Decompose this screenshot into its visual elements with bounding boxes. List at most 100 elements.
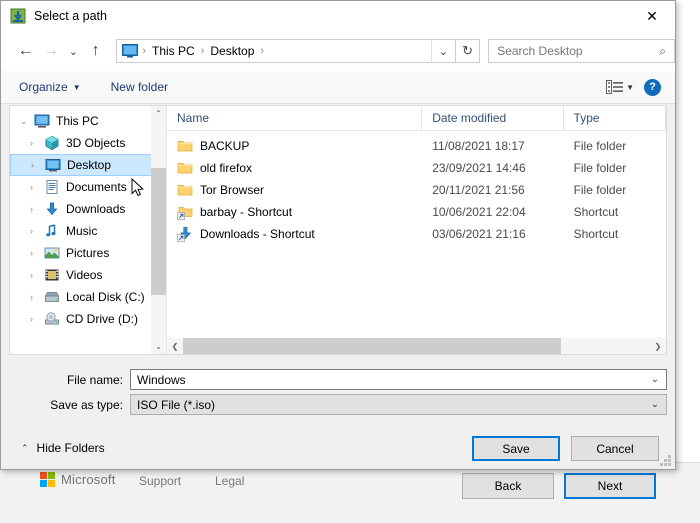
organize-button[interactable]: Organize ▼ bbox=[19, 80, 81, 94]
table-row[interactable]: barbay - Shortcut 10/06/2021 22:04 Short… bbox=[167, 201, 666, 223]
tree-item-videos[interactable]: › Videos bbox=[10, 264, 166, 286]
close-icon[interactable]: ✕ bbox=[629, 1, 675, 31]
save-as-dialog: Select a path ✕ ← → ⌄ ↑ › This PC › Desk… bbox=[0, 0, 676, 470]
table-row[interactable]: Tor Browser 20/11/2021 21:56 File folder bbox=[167, 179, 666, 201]
file-name-label: File name: bbox=[66, 373, 123, 387]
tree-item-music[interactable]: › Music bbox=[10, 220, 166, 242]
file-list-horizontal-scrollbar[interactable]: ❮ ❯ bbox=[167, 338, 666, 354]
twisty-icon[interactable]: › bbox=[30, 292, 44, 302]
microsoft-squares-icon bbox=[40, 472, 55, 487]
tree-vertical-scrollbar[interactable]: ⌃ ⌄ bbox=[151, 106, 166, 354]
twisty-icon[interactable]: › bbox=[30, 248, 44, 258]
breadcrumb-this-pc[interactable]: This PC bbox=[150, 44, 197, 58]
twisty-icon[interactable]: ⌄ bbox=[20, 116, 34, 127]
scroll-up-icon[interactable]: ⌃ bbox=[151, 106, 166, 121]
tree-item-this-pc[interactable]: ⌄ This PC bbox=[10, 110, 166, 132]
refresh-icon[interactable]: ↻ bbox=[455, 39, 481, 63]
hide-folders-button[interactable]: ⌃ Hide Folders bbox=[21, 441, 105, 455]
twisty-icon[interactable]: › bbox=[30, 138, 44, 148]
chevron-down-icon: ▼ bbox=[72, 82, 81, 92]
column-label: Date modified bbox=[432, 111, 507, 125]
view-layout-icon[interactable]: ▼ bbox=[606, 80, 634, 94]
help-icon[interactable]: ? bbox=[644, 78, 661, 96]
wizard-back-button[interactable]: Back bbox=[462, 473, 554, 499]
navigation-bar: ← → ⌄ ↑ › This PC › Desktop › ⌄ ↻ ⌕ bbox=[1, 31, 676, 71]
chevron-down-icon[interactable]: ▼ bbox=[626, 83, 634, 92]
tree-item-desktop[interactable]: › Desktop bbox=[10, 154, 166, 176]
navigation-tree: ⌄ This PC › 3D Objects › Desktop › Docum… bbox=[10, 106, 167, 354]
command-toolbar: Organize ▼ New folder ▼ ? bbox=[1, 71, 675, 104]
support-link[interactable]: Support bbox=[139, 474, 181, 488]
file-list-header: Name ⌃ Date modified Type bbox=[167, 106, 666, 131]
scrollbar-thumb[interactable] bbox=[183, 338, 562, 354]
save-as-type-label: Save as type: bbox=[50, 398, 123, 412]
resize-grip[interactable] bbox=[660, 455, 671, 466]
tree-item-downloads[interactable]: › Downloads bbox=[10, 198, 166, 220]
file-name-input[interactable]: Windows ⌄ bbox=[130, 369, 667, 390]
wizard-next-button[interactable]: Next bbox=[564, 473, 656, 499]
column-header-name[interactable]: Name ⌃ bbox=[167, 106, 423, 131]
column-label: Type bbox=[573, 111, 600, 125]
tree-item-3d-objects[interactable]: › 3D Objects bbox=[10, 132, 166, 154]
search-input[interactable] bbox=[495, 43, 660, 59]
hide-folders-label: Hide Folders bbox=[36, 441, 105, 455]
scrollbar-thumb[interactable] bbox=[151, 168, 166, 295]
twisty-icon[interactable]: › bbox=[30, 182, 44, 192]
column-header-date-modified[interactable]: Date modified bbox=[422, 106, 564, 131]
twisty-icon[interactable]: › bbox=[30, 204, 44, 214]
search-box[interactable]: ⌕ bbox=[488, 39, 676, 63]
column-label: Name bbox=[177, 111, 210, 125]
twisty-icon[interactable]: › bbox=[30, 270, 44, 280]
column-header-type[interactable]: Type bbox=[564, 106, 666, 131]
breadcrumb-desktop[interactable]: Desktop bbox=[208, 44, 256, 58]
file-name-cell: old firefox bbox=[167, 160, 422, 176]
chevron-up-icon: ⌃ bbox=[21, 442, 29, 453]
tree-item-pictures[interactable]: › Pictures bbox=[10, 242, 166, 264]
twisty-icon[interactable]: › bbox=[30, 314, 44, 324]
chevron-down-icon[interactable]: ⌄ bbox=[644, 395, 666, 414]
computer-icon bbox=[34, 113, 50, 129]
save-as-type-select[interactable]: ISO File (*.iso) ⌄ bbox=[130, 394, 667, 415]
tree-label: Documents bbox=[66, 180, 127, 194]
new-folder-button[interactable]: New folder bbox=[111, 80, 168, 94]
file-name: BACKUP bbox=[200, 139, 250, 153]
save-button[interactable]: Save bbox=[472, 436, 560, 461]
scroll-left-icon[interactable]: ❮ bbox=[167, 338, 183, 354]
tree-item-local-disk-c[interactable]: › Local Disk (C:) bbox=[10, 286, 166, 308]
browser-content: ⌄ This PC › 3D Objects › Desktop › Docum… bbox=[9, 105, 667, 355]
scrollbar-track[interactable] bbox=[183, 338, 650, 354]
legal-link[interactable]: Legal bbox=[215, 474, 244, 488]
file-date: 11/08/2021 18:17 bbox=[432, 139, 525, 153]
forward-icon[interactable]: → bbox=[38, 38, 63, 64]
tree-item-cd-drive-d[interactable]: › CD Drive (D:) bbox=[10, 308, 166, 330]
file-name-cell: barbay - Shortcut bbox=[167, 204, 422, 220]
music-icon bbox=[44, 223, 60, 239]
drive-icon bbox=[44, 289, 60, 305]
scroll-down-icon[interactable]: ⌄ bbox=[151, 339, 166, 354]
table-row[interactable]: old firefox 23/09/2021 14:46 File folder bbox=[167, 157, 666, 179]
breadcrumb-separator[interactable]: › bbox=[256, 45, 268, 57]
tree-items: ⌄ This PC › 3D Objects › Desktop › Docum… bbox=[10, 106, 166, 330]
file-name-cell: Downloads - Shortcut bbox=[167, 226, 422, 242]
desktop-icon bbox=[45, 157, 61, 173]
table-row[interactable]: Downloads - Shortcut 03/06/2021 21:16 Sh… bbox=[167, 223, 666, 245]
cancel-button[interactable]: Cancel bbox=[571, 436, 659, 461]
tree-label: 3D Objects bbox=[66, 136, 126, 150]
toolbar-right-group: ▼ ? bbox=[606, 78, 661, 96]
dialog-title-bar: Select a path ✕ bbox=[1, 1, 675, 31]
chevron-down-icon[interactable]: ⌄ bbox=[430, 40, 455, 62]
up-icon[interactable]: ↑ bbox=[83, 38, 108, 64]
file-date: 23/09/2021 14:46 bbox=[432, 161, 526, 175]
back-icon[interactable]: ← bbox=[13, 38, 38, 64]
scroll-right-icon[interactable]: ❯ bbox=[650, 338, 666, 354]
save-as-type-value: ISO File (*.iso) bbox=[137, 397, 216, 412]
file-list-pane: Name ⌃ Date modified Type BACKUP 11/08/2… bbox=[167, 106, 666, 354]
recent-locations-icon[interactable]: ⌄ bbox=[64, 38, 83, 64]
chevron-down-icon[interactable]: ⌄ bbox=[644, 370, 666, 389]
address-bar[interactable]: › This PC › Desktop › ⌄ bbox=[116, 39, 456, 63]
search-icon[interactable]: ⌕ bbox=[659, 44, 666, 59]
twisty-icon[interactable]: › bbox=[30, 226, 44, 236]
documents-icon bbox=[44, 179, 60, 195]
twisty-icon[interactable]: › bbox=[31, 160, 45, 170]
table-row[interactable]: BACKUP 11/08/2021 18:17 File folder bbox=[167, 135, 666, 157]
